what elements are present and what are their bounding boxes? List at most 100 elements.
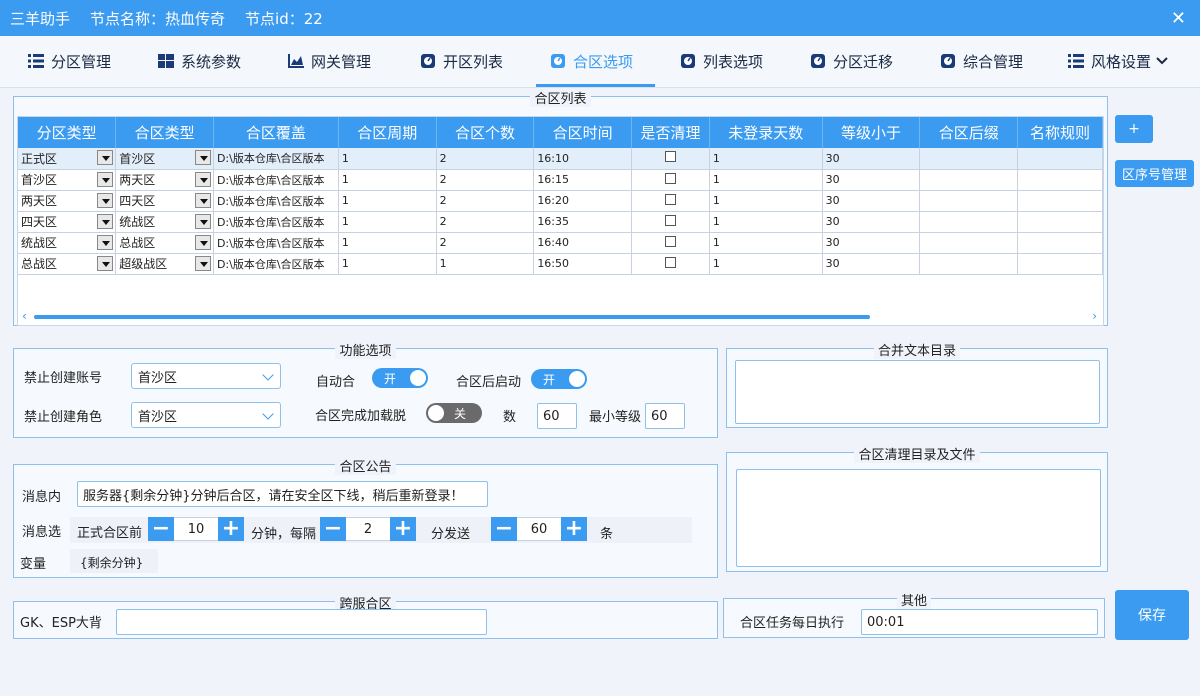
ban-account-select[interactable]: 首沙区	[131, 363, 281, 389]
days-cell[interactable]: 1	[709, 211, 823, 233]
auto-merge-toggle[interactable]: 开	[372, 368, 428, 388]
save-button[interactable]: 保存	[1115, 590, 1189, 640]
min-level-input[interactable]: 60	[645, 403, 685, 429]
minus-icon[interactable]: −	[148, 517, 174, 541]
days-cell[interactable]: 1	[709, 253, 823, 275]
cleanup-checkbox[interactable]	[664, 235, 676, 247]
ban-role-select[interactable]: 首沙区	[131, 402, 281, 428]
cover-cell[interactable]: D:\版本仓库\合区版本	[213, 211, 339, 233]
zone-type-cell[interactable]: 两天区	[18, 190, 117, 212]
cleanup-checkbox[interactable]	[664, 256, 676, 268]
name-rule-cell[interactable]	[1017, 148, 1103, 170]
merge-type-cell[interactable]: 两天区	[115, 169, 214, 191]
dropdown-arrow-icon[interactable]	[97, 234, 114, 250]
period-cell[interactable]: 1	[338, 169, 437, 191]
column-header[interactable]: 合区后缀	[919, 117, 1019, 148]
cleanup-checkbox[interactable]	[664, 214, 676, 226]
stepper-value[interactable]: 10	[174, 517, 218, 541]
plus-icon[interactable]: +	[561, 517, 587, 541]
days-cell[interactable]: 1	[709, 148, 823, 170]
zone-type-cell[interactable]: 统战区	[18, 232, 117, 254]
period-cell[interactable]: 1	[338, 190, 437, 212]
message-count-stepper[interactable]: − 60 +	[491, 517, 587, 541]
zone-type-cell[interactable]: 四天区	[18, 211, 117, 233]
cleanup-checkbox[interactable]	[664, 193, 676, 205]
cover-cell[interactable]: D:\版本仓库\合区版本	[213, 169, 339, 191]
cleanup-dir-input[interactable]	[736, 469, 1101, 567]
column-header[interactable]: 合区覆盖	[213, 117, 339, 148]
count-cell[interactable]: 1	[436, 253, 535, 275]
cleanup-checkbox[interactable]	[664, 172, 676, 184]
suffix-cell[interactable]	[919, 253, 1019, 275]
cover-cell[interactable]: D:\版本仓库\合区版本	[213, 253, 339, 275]
dropdown-arrow-icon[interactable]	[97, 192, 114, 208]
variable-value[interactable]: {剩余分钟}	[80, 554, 143, 571]
cover-cell[interactable]: D:\版本仓库\合区版本	[213, 232, 339, 254]
seq-manage-button[interactable]: 区序号管理	[1115, 160, 1194, 187]
tab-style-settings[interactable]: 风格设置	[1068, 36, 1168, 86]
merge-type-cell[interactable]: 总战区	[115, 232, 214, 254]
add-button[interactable]: +	[1115, 115, 1153, 143]
zone-type-cell[interactable]: 首沙区	[18, 169, 117, 191]
count-input[interactable]: 60	[537, 403, 577, 429]
time-cell[interactable]: 16:40	[533, 232, 633, 254]
table-row[interactable]: 总战区 超级战区 D:\版本仓库\合区版本 1 1 16:50 1 30	[18, 253, 1103, 275]
period-cell[interactable]: 1	[338, 211, 437, 233]
dropdown-arrow-icon[interactable]	[97, 150, 114, 165]
suffix-cell[interactable]	[919, 190, 1019, 212]
plus-icon[interactable]: +	[218, 517, 244, 541]
cleanup-cell[interactable]	[631, 190, 710, 212]
period-cell[interactable]: 1	[338, 148, 437, 170]
table-row[interactable]: 统战区 总战区 D:\版本仓库\合区版本 1 2 16:40 1 30	[18, 232, 1103, 254]
level-cell[interactable]: 30	[822, 232, 921, 254]
tab-zone-manage[interactable]: 分区管理	[28, 36, 111, 86]
cleanup-cell[interactable]	[631, 232, 710, 254]
close-icon[interactable]: ✕	[1171, 8, 1186, 29]
level-cell[interactable]: 30	[822, 211, 921, 233]
dropdown-arrow-icon[interactable]	[97, 255, 114, 271]
scroll-right-icon[interactable]: ›	[1092, 309, 1097, 323]
count-cell[interactable]: 2	[436, 211, 535, 233]
cleanup-cell[interactable]	[631, 148, 710, 170]
tab-system-params[interactable]: 系统参数	[158, 36, 241, 86]
plus-icon[interactable]: +	[390, 517, 416, 541]
column-header[interactable]: 合区类型	[115, 117, 214, 148]
dropdown-arrow-icon[interactable]	[194, 192, 211, 208]
suffix-cell[interactable]	[919, 211, 1019, 233]
daily-run-time-input[interactable]: 00:01	[861, 609, 1098, 635]
cross-server-input[interactable]	[116, 609, 487, 635]
dropdown-arrow-icon[interactable]	[194, 234, 211, 250]
count-cell[interactable]: 2	[436, 169, 535, 191]
merge-type-cell[interactable]: 首沙区	[115, 148, 214, 170]
cleanup-cell[interactable]	[631, 211, 710, 233]
column-header[interactable]: 分区类型	[18, 117, 117, 148]
column-header[interactable]: 合区周期	[338, 117, 437, 148]
cleanup-cell[interactable]	[631, 253, 710, 275]
period-cell[interactable]: 1	[338, 232, 437, 254]
days-cell[interactable]: 1	[709, 190, 823, 212]
minus-icon[interactable]: −	[491, 517, 517, 541]
dropdown-arrow-icon[interactable]	[194, 255, 211, 271]
merge-text-dir-input[interactable]	[735, 360, 1100, 424]
minus-icon[interactable]: −	[320, 517, 346, 541]
column-header[interactable]: 合区时间	[533, 117, 633, 148]
column-header[interactable]: 合区个数	[436, 117, 535, 148]
column-header[interactable]: 等级小于	[822, 117, 921, 148]
tab-merge-options[interactable]: 合区选项	[536, 36, 656, 87]
merge-list-table[interactable]: 分区类型 合区类型 合区覆盖 合区周期 合区个数 合区时间 是否清理 未登录天数…	[17, 116, 1104, 326]
stepper-value[interactable]: 60	[517, 517, 561, 541]
column-header[interactable]: 是否清理	[631, 117, 710, 148]
before-minutes-stepper[interactable]: − 10 +	[148, 517, 244, 541]
dropdown-arrow-icon[interactable]	[194, 171, 211, 187]
merge-type-cell[interactable]: 统战区	[115, 211, 214, 233]
time-cell[interactable]: 16:20	[533, 190, 633, 212]
name-rule-cell[interactable]	[1017, 190, 1103, 212]
period-cell[interactable]: 1	[338, 253, 437, 275]
interval-stepper[interactable]: − 2 +	[320, 517, 416, 541]
level-cell[interactable]: 30	[822, 169, 921, 191]
name-rule-cell[interactable]	[1017, 232, 1103, 254]
dropdown-arrow-icon[interactable]	[194, 150, 211, 165]
level-cell[interactable]: 30	[822, 190, 921, 212]
table-row[interactable]: 两天区 四天区 D:\版本仓库\合区版本 1 2 16:20 1 30	[18, 190, 1103, 212]
count-cell[interactable]: 2	[436, 232, 535, 254]
